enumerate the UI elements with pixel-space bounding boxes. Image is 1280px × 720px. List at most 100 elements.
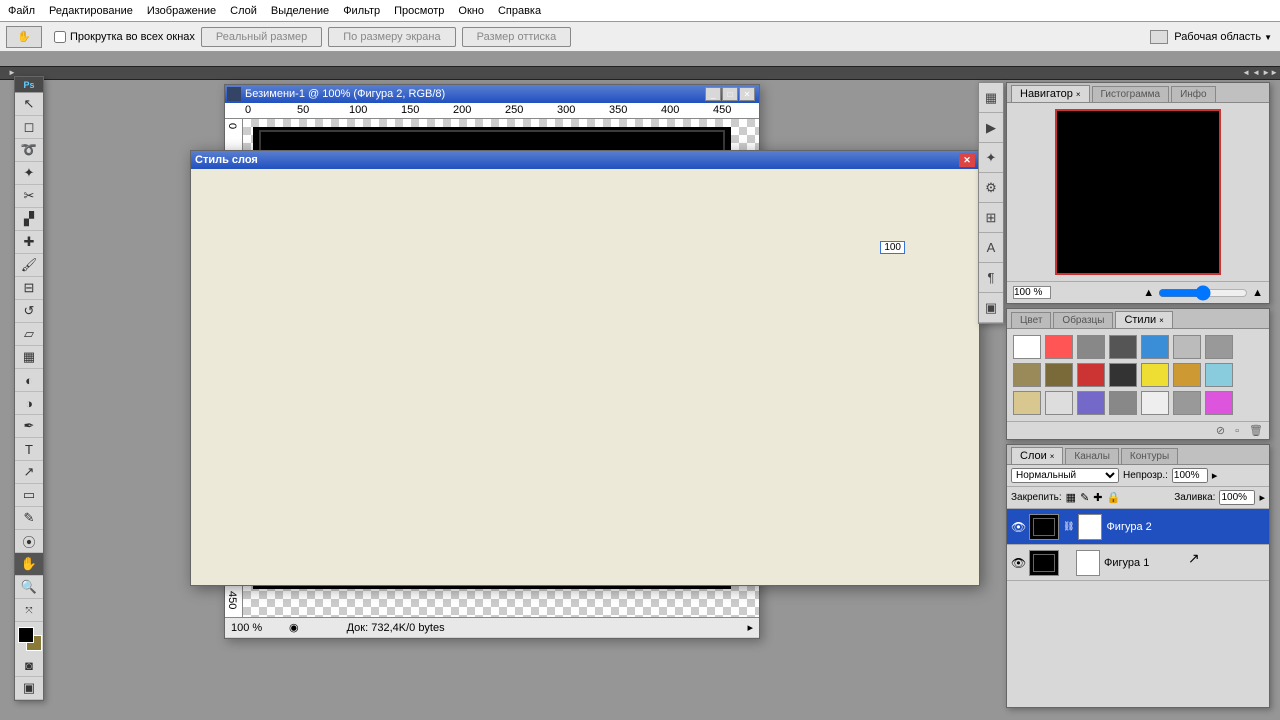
- layer-row[interactable]: 👁 Фигура 1: [1007, 545, 1269, 581]
- dock-strip-left[interactable]: [0, 66, 640, 80]
- lasso-tool[interactable]: ➰: [15, 139, 43, 162]
- quickmask-tool[interactable]: ◙: [15, 654, 43, 677]
- style-swatch[interactable]: [1109, 335, 1137, 359]
- delete-style-icon[interactable]: 🗑: [1249, 424, 1263, 437]
- layer-mask-thumb[interactable]: [1076, 550, 1100, 576]
- blend-mode-select[interactable]: Нормальный: [1011, 468, 1119, 483]
- zoom-tool[interactable]: 🔍: [15, 576, 43, 599]
- style-swatch[interactable]: [1013, 335, 1041, 359]
- style-swatch[interactable]: [1045, 391, 1073, 415]
- style-swatch[interactable]: [1109, 391, 1137, 415]
- style-swatch[interactable]: [1205, 391, 1233, 415]
- zoom-in-icon[interactable]: ▲: [1252, 287, 1263, 299]
- menu-window[interactable]: Окно: [458, 5, 484, 17]
- tab-histogram[interactable]: Гистограмма: [1092, 86, 1170, 102]
- link-icon[interactable]: ⛓: [1063, 521, 1074, 532]
- stamp-tool[interactable]: ⊟: [15, 277, 43, 300]
- fill-input[interactable]: [1219, 490, 1255, 505]
- style-swatch[interactable]: [1141, 335, 1169, 359]
- style-swatch[interactable]: [1205, 335, 1233, 359]
- wand-tool[interactable]: ✦: [15, 162, 43, 185]
- menu-help[interactable]: Справка: [498, 5, 541, 17]
- menu-image[interactable]: Изображение: [147, 5, 216, 17]
- no-style-icon[interactable]: ⊘: [1216, 424, 1225, 437]
- brush-tool[interactable]: 🖌: [15, 254, 43, 277]
- slice-tool[interactable]: ▞: [15, 208, 43, 231]
- lock-paint-icon[interactable]: ✎: [1080, 491, 1089, 504]
- eyedropper-tool[interactable]: ⦿: [15, 530, 43, 553]
- path-tool[interactable]: ↗: [15, 461, 43, 484]
- menu-select[interactable]: Выделение: [271, 5, 329, 17]
- style-swatch[interactable]: [1141, 391, 1169, 415]
- notes-tool[interactable]: ✎: [15, 507, 43, 530]
- menu-edit[interactable]: Редактирование: [49, 5, 133, 17]
- style-swatch[interactable]: [1077, 391, 1105, 415]
- panel-icon-3[interactable]: ✦: [979, 143, 1003, 173]
- type-tool[interactable]: T: [15, 438, 43, 461]
- blur-tool[interactable]: ◐: [15, 369, 43, 392]
- style-swatch[interactable]: [1013, 391, 1041, 415]
- minimize-button[interactable]: _: [705, 87, 721, 101]
- dodge-tool[interactable]: ◑: [15, 392, 43, 415]
- tab-info[interactable]: Инфо: [1171, 86, 1216, 102]
- opacity-input[interactable]: [1172, 468, 1208, 483]
- panel-icon-5[interactable]: ⊞: [979, 203, 1003, 233]
- color-swatch[interactable]: [15, 624, 43, 652]
- move-tool[interactable]: ↖: [15, 93, 43, 116]
- panel-icon-7[interactable]: ¶: [979, 263, 1003, 293]
- tab-paths[interactable]: Контуры: [1121, 448, 1178, 464]
- style-swatch[interactable]: [1141, 363, 1169, 387]
- shape-tool[interactable]: ▭: [15, 484, 43, 507]
- panel-icon-2[interactable]: ▶: [979, 113, 1003, 143]
- tab-navigator[interactable]: Навигатор×: [1011, 85, 1090, 102]
- preview-icon[interactable]: ◉: [289, 621, 299, 634]
- print-size-button[interactable]: Размер оттиска: [462, 27, 572, 47]
- style-swatch[interactable]: [1205, 363, 1233, 387]
- close-button[interactable]: ✕: [739, 87, 755, 101]
- lock-trans-icon[interactable]: ▦: [1066, 491, 1076, 504]
- panel-icon-4[interactable]: ⚙: [979, 173, 1003, 203]
- history-brush-tool[interactable]: ↺: [15, 300, 43, 323]
- panel-icon-6[interactable]: A: [979, 233, 1003, 263]
- document-titlebar[interactable]: Безимени-1 @ 100% (Фигура 2, RGB/8) _ □ …: [225, 85, 759, 103]
- hand-tool-icon[interactable]: ✋: [6, 26, 42, 48]
- lock-all-icon[interactable]: 🔒: [1107, 491, 1121, 504]
- menu-file[interactable]: Файл: [8, 5, 35, 17]
- scroll-all-checkbox[interactable]: Прокрутка во всех окнах: [54, 31, 195, 43]
- status-menu-button[interactable]: ▸: [747, 621, 753, 634]
- opacity-value[interactable]: 100: [880, 241, 905, 254]
- hand-tool[interactable]: ✋: [15, 553, 43, 576]
- menu-layer[interactable]: Слой: [230, 5, 257, 17]
- layer-name[interactable]: Фигура 1: [1104, 557, 1149, 569]
- actual-size-button[interactable]: Реальный размер: [201, 27, 322, 47]
- style-swatch[interactable]: [1013, 363, 1041, 387]
- style-swatch[interactable]: [1045, 363, 1073, 387]
- workspace-menu[interactable]: Рабочая область: [1174, 31, 1272, 43]
- heal-tool[interactable]: ✚: [15, 231, 43, 254]
- tab-layers[interactable]: Слои×: [1011, 447, 1063, 464]
- nav-zoom-slider[interactable]: [1158, 284, 1248, 302]
- dialog-titlebar[interactable]: Стиль слоя ✕: [191, 151, 979, 169]
- style-swatch[interactable]: [1077, 363, 1105, 387]
- layer-thumb[interactable]: [1029, 550, 1059, 576]
- tab-swatches[interactable]: Образцы: [1053, 312, 1113, 328]
- dialog-close-button[interactable]: ✕: [959, 153, 975, 167]
- tab-color[interactable]: Цвет: [1011, 312, 1051, 328]
- new-style-icon[interactable]: ▫: [1235, 425, 1239, 437]
- style-swatch[interactable]: [1173, 335, 1201, 359]
- layer-name[interactable]: Фигура 2: [1106, 521, 1151, 533]
- opacity-flyout[interactable]: ▸: [1212, 469, 1218, 482]
- style-swatch[interactable]: [1077, 335, 1105, 359]
- marquee-tool[interactable]: ◻: [15, 116, 43, 139]
- fill-flyout[interactable]: ▸: [1259, 491, 1265, 504]
- layer-thumb[interactable]: [1029, 514, 1059, 540]
- style-swatch[interactable]: [1173, 391, 1201, 415]
- fit-screen-button[interactable]: По размеру экрана: [328, 27, 455, 47]
- maximize-button[interactable]: □: [722, 87, 738, 101]
- menu-view[interactable]: Просмотр: [394, 5, 444, 17]
- tab-channels[interactable]: Каналы: [1065, 448, 1119, 464]
- swap-colors[interactable]: ⤧: [15, 599, 43, 622]
- navigator-preview[interactable]: [1055, 109, 1221, 275]
- visibility-icon[interactable]: 👁: [1011, 520, 1025, 534]
- visibility-icon[interactable]: 👁: [1011, 556, 1025, 570]
